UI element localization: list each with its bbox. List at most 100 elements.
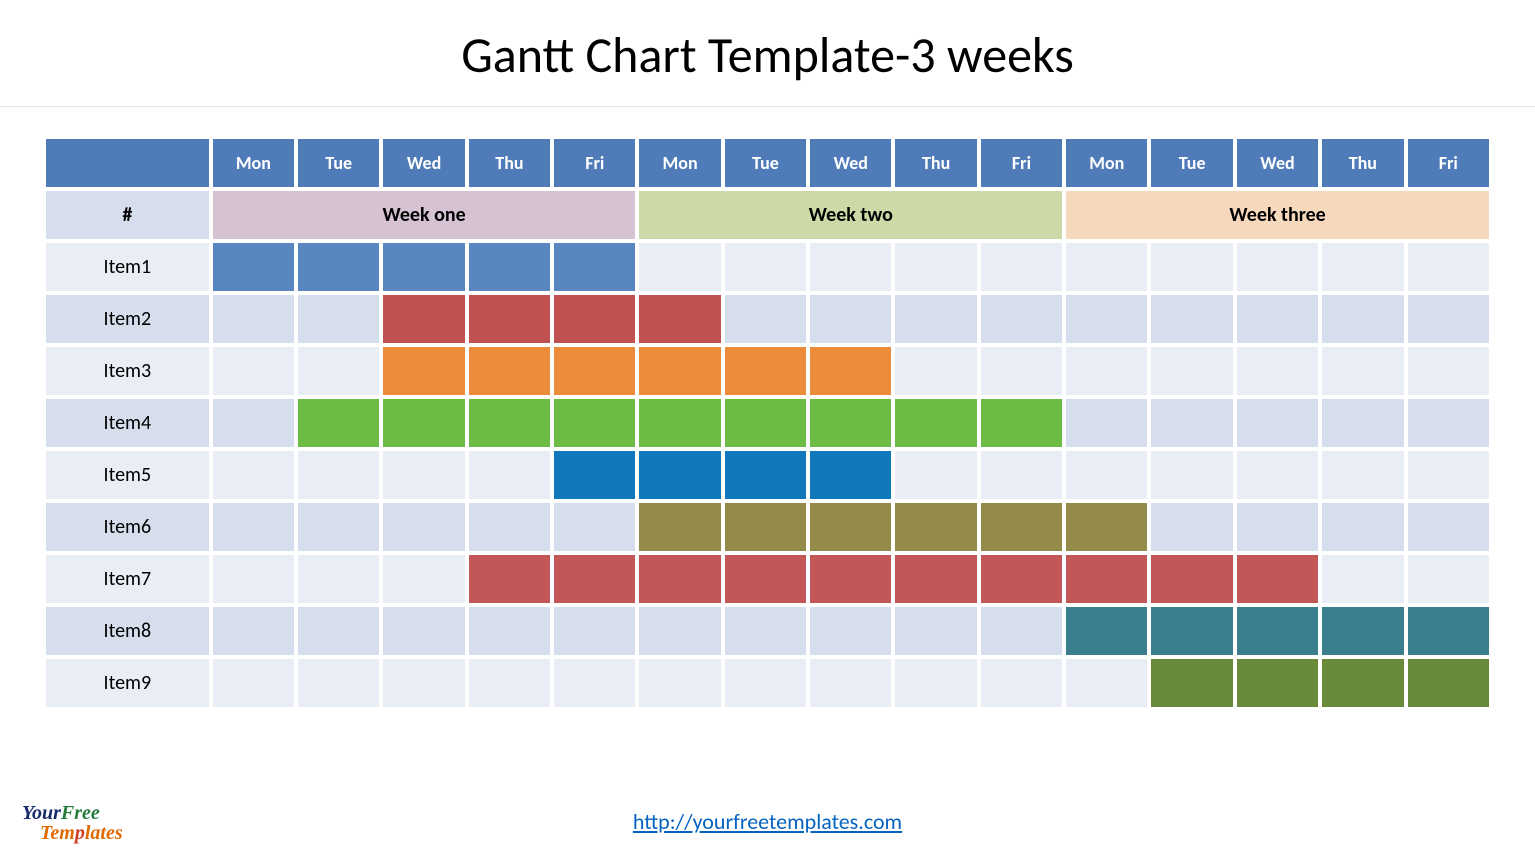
gantt-empty-cell [1237,503,1318,551]
gantt-bar-segment [725,399,806,447]
gantt-empty-cell [1151,503,1232,551]
gantt-empty-cell [810,243,891,291]
gantt-empty-cell [469,659,550,707]
gantt-empty-cell [1066,295,1147,343]
week-header: Week two [639,191,1062,239]
header-day: Wed [810,139,891,187]
logo-text-free: Free [61,802,100,824]
gantt-bar-segment [725,503,806,551]
gantt-bar-segment [1408,659,1489,707]
gantt-empty-cell [1151,295,1232,343]
gantt-empty-cell [1151,399,1232,447]
gantt-empty-cell [1322,243,1403,291]
gantt-empty-cell [1237,295,1318,343]
gantt-bar-segment [639,295,720,343]
gantt-bar-segment [298,243,379,291]
gantt-bar-segment [554,295,635,343]
gantt-bar-segment [469,295,550,343]
gantt-empty-cell [213,503,294,551]
item-label: Item7 [46,555,209,603]
gantt-bar-segment [810,347,891,395]
gantt-empty-cell [1322,503,1403,551]
gantt-empty-cell [383,555,464,603]
item-label: Item3 [46,347,209,395]
page-title: Gantt Chart Template-3 weeks [0,0,1535,106]
gantt-empty-cell [1322,295,1403,343]
gantt-bar-segment [554,347,635,395]
header-day: Tue [725,139,806,187]
gantt-empty-cell [469,607,550,655]
gantt-bar-segment [1237,607,1318,655]
gantt-empty-cell [1408,399,1489,447]
gantt-empty-cell [383,607,464,655]
gantt-empty-cell [810,659,891,707]
gantt-bar-segment [1151,555,1232,603]
header-day: Wed [383,139,464,187]
gantt-empty-cell [1066,399,1147,447]
gantt-bar-segment [981,555,1062,603]
gantt-bar-segment [383,347,464,395]
logo-text-your: Your [22,802,61,824]
gantt-empty-cell [213,399,294,447]
gantt-empty-cell [895,659,976,707]
gantt-empty-cell [810,607,891,655]
gantt-bar-segment [810,503,891,551]
gantt-bar-segment [554,243,635,291]
gantt-empty-cell [298,607,379,655]
gantt-empty-cell [1151,347,1232,395]
gantt-bar-segment [554,399,635,447]
gantt-bar-segment [383,399,464,447]
item-label: Item2 [46,295,209,343]
gantt-empty-cell [1237,451,1318,499]
gantt-bar-segment [298,399,379,447]
gantt-empty-cell [469,503,550,551]
gantt-empty-cell [1237,243,1318,291]
gantt-empty-cell [1066,451,1147,499]
gantt-bar-segment [383,243,464,291]
hash-header: # [46,191,209,239]
logo-text-templates: Templates [40,823,123,843]
gantt-empty-cell [895,295,976,343]
gantt-empty-cell [981,347,1062,395]
gantt-empty-cell [895,607,976,655]
source-link[interactable]: http://yourfreetemplates.com [633,808,902,835]
header-day: Mon [213,139,294,187]
gantt-table: MonTueWedThuFriMonTueWedThuFriMonTueWedT… [42,135,1493,711]
gantt-empty-cell [1066,243,1147,291]
footer: http://yourfreetemplates.com [0,808,1535,835]
gantt-empty-cell [1066,347,1147,395]
gantt-bar-segment [1237,555,1318,603]
gantt-bar-segment [639,555,720,603]
gantt-bar-segment [469,399,550,447]
gantt-bar-segment [810,555,891,603]
gantt-empty-cell [213,347,294,395]
gantt-bar-segment [1066,503,1147,551]
gantt-bar-segment [725,451,806,499]
gantt-empty-cell [383,451,464,499]
gantt-empty-cell [298,347,379,395]
gantt-empty-cell [298,503,379,551]
gantt-empty-cell [1322,451,1403,499]
gantt-empty-cell [1408,347,1489,395]
gantt-empty-cell [213,607,294,655]
gantt-empty-cell [298,659,379,707]
item-label: Item6 [46,503,209,551]
gantt-empty-cell [1408,503,1489,551]
gantt-empty-cell [1066,659,1147,707]
logo: YourFree Templates [22,803,123,843]
header-day: Wed [1237,139,1318,187]
gantt-bar-segment [725,555,806,603]
gantt-empty-cell [1408,555,1489,603]
gantt-bar-segment [1408,607,1489,655]
gantt-bar-segment [1237,659,1318,707]
gantt-empty-cell [1408,243,1489,291]
item-label: Item1 [46,243,209,291]
gantt-empty-cell [1151,243,1232,291]
header-day: Thu [1322,139,1403,187]
gantt-empty-cell [213,659,294,707]
gantt-bar-segment [895,399,976,447]
gantt-empty-cell [1322,555,1403,603]
gantt-bar-segment [639,451,720,499]
gantt-empty-cell [1408,295,1489,343]
gantt-empty-cell [810,295,891,343]
